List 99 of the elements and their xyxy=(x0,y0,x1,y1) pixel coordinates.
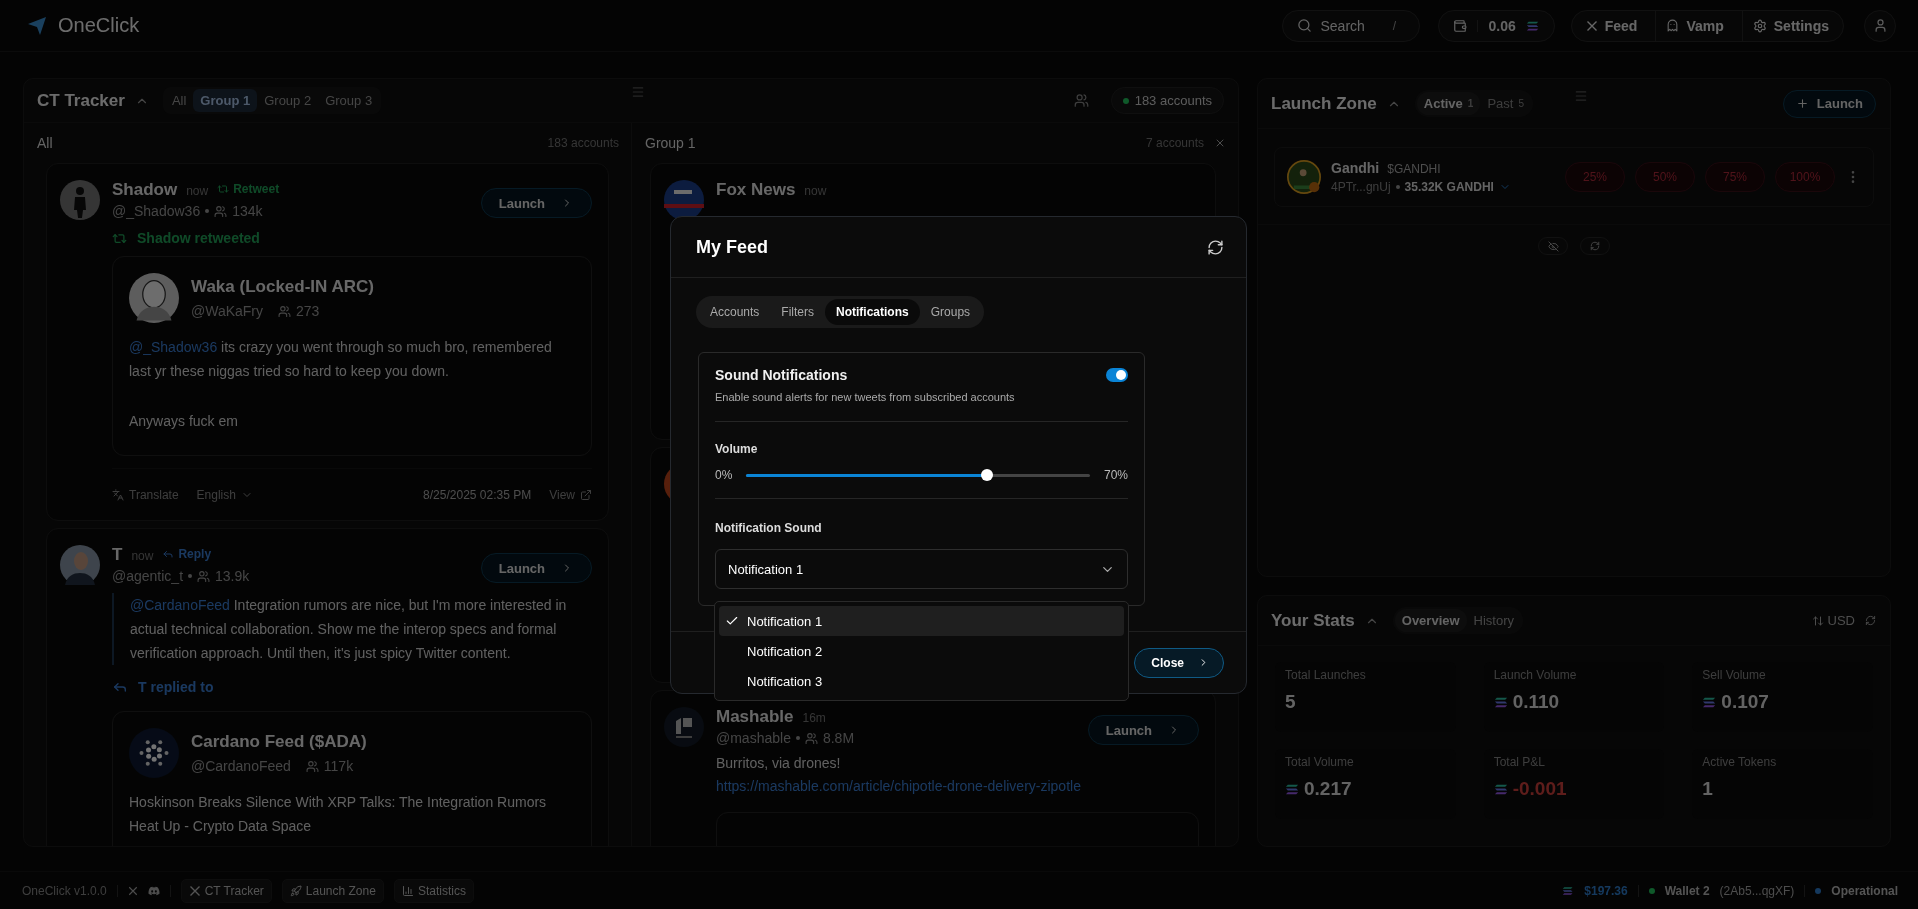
tweet-text: Hoskinson Breaks Silence With XRP Talks: The Integration Rumors Heat Up - Crypto Data Space xyxy=(129,793,548,836)
handle: @_Shadow36 xyxy=(112,203,201,219)
settings-tab[interactable]: Notifications xyxy=(825,299,920,325)
stat-label: Total Launches xyxy=(1285,668,1367,682)
sound-label: Notification Sound xyxy=(715,521,823,535)
launch-button[interactable]: Launch xyxy=(480,188,592,218)
new-launch-button[interactable]: Launch xyxy=(1782,89,1876,118)
sell-button[interactable]: 75% xyxy=(1705,162,1765,192)
article-link[interactable]: https://mashable.com/article/chipotle-drone-delivery-zipotle xyxy=(716,775,1199,798)
volume-reading: 70% xyxy=(1103,468,1128,482)
tweet-text: @CardanoFeed Integration rumors are nice, but I'm more interested in actual technical collaboration. Show me the interop specs and formal verification approach. Until then, it's just spicy Twitter content. xyxy=(112,593,592,665)
token-holding: 35.32K GANDHI xyxy=(1404,180,1494,194)
follower-count: 273 xyxy=(296,303,320,319)
dialog-title: My Feed xyxy=(696,236,769,258)
post-date: 8/25/2025 02:35 PM xyxy=(423,487,532,502)
settings-tab[interactable]: Accounts xyxy=(699,299,771,325)
version-label: OneClick v1.0.0 xyxy=(22,883,107,898)
status-label: Operational xyxy=(1831,883,1898,898)
group-tab[interactable]: Group 1 xyxy=(193,89,258,112)
handle: @CardanoFeed xyxy=(191,758,291,774)
wallet-address: (2Ab5...qgXF) xyxy=(1719,883,1795,898)
follower-count: 134k xyxy=(232,203,263,219)
footer-nav-button[interactable]: Statistics xyxy=(393,878,474,903)
stats-tab[interactable]: Overview xyxy=(1394,609,1467,632)
token-name: Gandhi $GANDHI xyxy=(1331,160,1442,176)
column-title: Group 1 xyxy=(645,135,696,151)
language-dropdown[interactable]: English xyxy=(196,487,253,502)
nav-button[interactable]: Feed xyxy=(1575,10,1648,41)
nav-button[interactable]: Settings xyxy=(1741,10,1839,41)
sell-button[interactable]: 50% xyxy=(1635,162,1695,192)
column-title: All xyxy=(37,135,53,151)
sound-select[interactable]: Notification 1 xyxy=(715,549,1128,589)
tweet-text: Anyways fuck em xyxy=(129,412,239,431)
retweet-tag: Retweet xyxy=(217,182,280,196)
group-tab[interactable]: Group 2 xyxy=(257,89,319,112)
search-label: Search xyxy=(1320,17,1365,34)
stat-label: Active Tokens xyxy=(1702,755,1778,769)
footer-nav-button[interactable]: Launch Zone xyxy=(281,878,384,903)
retweet-label: Shadow retweeted xyxy=(112,230,592,246)
brand-name: OneClick xyxy=(58,14,140,37)
group-tab[interactable]: All xyxy=(164,89,194,112)
panel-title: Your Stats xyxy=(1271,610,1355,631)
setting-description: Enable sound alerts for new tweets from subscribed accounts xyxy=(715,391,1016,403)
view-link[interactable]: View xyxy=(549,487,592,502)
sound-option[interactable]: Notification 1 xyxy=(719,606,1124,636)
wallet-name: Wallet 2 xyxy=(1664,883,1710,898)
search-button[interactable]: Search / xyxy=(1282,9,1421,42)
launch-button[interactable]: Launch xyxy=(480,553,592,583)
setting-title: Sound Notifications xyxy=(715,367,848,383)
stat-value: 5 xyxy=(1285,691,1297,713)
author-name: Shadow xyxy=(112,180,178,200)
currency-toggle[interactable]: USD xyxy=(1811,613,1855,628)
handle: @agentic_t xyxy=(112,568,184,584)
volume-label: Volume xyxy=(715,442,759,456)
stat-value: 1 xyxy=(1702,778,1714,800)
sound-option[interactable]: Notification 3 xyxy=(719,666,1124,696)
min-label: 0% xyxy=(715,468,733,482)
mention-link[interactable]: @_Shadow36 xyxy=(129,339,218,355)
follower-count: 117k xyxy=(323,758,354,774)
stat-label: Total P&L xyxy=(1493,755,1547,769)
author-name: T xyxy=(112,545,123,565)
follower-count: 8.8M xyxy=(822,730,855,746)
stat-label: Total Volume xyxy=(1285,755,1355,769)
stat-value: -0.001 xyxy=(1493,778,1655,800)
sell-button[interactable]: 25% xyxy=(1565,162,1625,192)
sell-button[interactable]: 100% xyxy=(1775,162,1835,192)
follower-count: 13.9k xyxy=(215,568,250,584)
close-button[interactable]: Close xyxy=(1134,647,1224,678)
stat-value: 0.217 xyxy=(1285,778,1446,800)
replied-to-label: T replied to xyxy=(112,679,592,695)
stat-value: 0.110 xyxy=(1493,691,1655,713)
mention-link[interactable]: @CardanoFeed xyxy=(130,597,230,613)
tweet-text: Burritos, via drones! xyxy=(716,754,842,773)
reply-tag: Reply xyxy=(162,547,212,561)
tweet-text: @_Shadow36 its crazy you went through so much bro, remembered last yr these niggas tried so hard to keep you down. xyxy=(129,338,553,381)
author-name: Cardano Feed ($ADA) xyxy=(191,732,368,752)
panel-title: CT Tracker xyxy=(37,90,125,111)
total-balance: $197.36 xyxy=(1584,883,1628,898)
author-name: Fox News xyxy=(716,180,796,200)
stat-label: Sell Volume xyxy=(1702,668,1767,682)
group-tab[interactable]: Group 3 xyxy=(318,89,380,112)
sound-option[interactable]: Notification 2 xyxy=(719,636,1124,666)
shortcut-key: / xyxy=(1392,18,1397,33)
stat-label: Launch Volume xyxy=(1493,668,1578,682)
footer-nav-button[interactable]: CT Tracker xyxy=(180,878,272,903)
balance-value: 0.06 xyxy=(1488,17,1516,34)
nav-button[interactable]: Vamp xyxy=(1655,10,1734,41)
panel-title: Launch Zone xyxy=(1271,93,1377,114)
accounts-badge: 183 accounts xyxy=(1110,87,1224,114)
author-name: Waka (Locked-IN ARC) xyxy=(191,277,375,297)
settings-tab[interactable]: Filters xyxy=(770,299,826,325)
translate-button[interactable]: Translate xyxy=(112,487,179,502)
author-name: Mashable xyxy=(716,707,794,727)
stats-tab[interactable]: History xyxy=(1466,609,1522,632)
handle: @mashable xyxy=(716,730,791,746)
stat-value: 0.107 xyxy=(1702,691,1863,713)
handle: @WaKaFry xyxy=(191,303,264,319)
launch-button[interactable]: Launch xyxy=(1087,715,1199,745)
settings-tab[interactable]: Groups xyxy=(919,299,982,325)
